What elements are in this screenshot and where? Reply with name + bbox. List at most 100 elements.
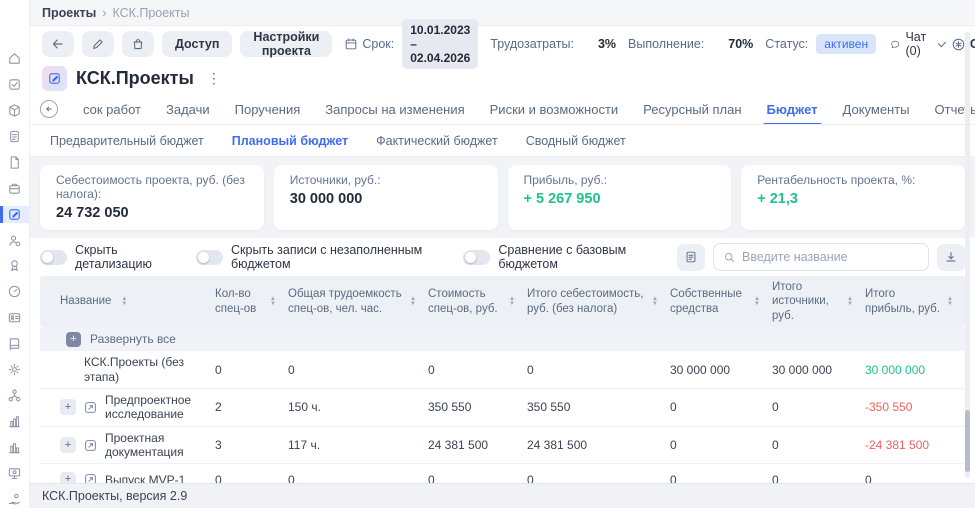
sidebar-item-book[interactable] [0,335,30,352]
breadcrumb: Проекты › КСК.Проекты [30,0,975,26]
sidebar-item-bar-chart-2[interactable] [0,439,30,456]
row-value-2: 0 [288,472,295,483]
expand-all-label[interactable]: Развернуть все [90,332,176,346]
sort-icon[interactable]: ▲ ▼ [410,296,416,307]
sidebar-item-user-gear[interactable] [0,232,30,249]
sort-desc-icon: ▼ [509,300,515,307]
row-name[interactable]: Предпроектное исследование [105,393,209,422]
sidebar-item-settings[interactable] [0,361,30,378]
sidebar-item-package[interactable] [0,102,30,119]
gpt-button[interactable]: GPT [951,37,975,52]
sidebar-item-file[interactable] [0,154,30,171]
sort-icon[interactable]: ▲ ▼ [270,296,276,307]
row-name[interactable]: КСК.Проекты (без этапа) [84,355,209,384]
chat-button[interactable]: Чат (0) [890,30,946,58]
subtab-2[interactable]: Плановый бюджет [232,134,348,148]
row-expand-button[interactable]: + [60,471,76,483]
sort-icon[interactable]: ▲ ▼ [847,296,853,307]
breadcrumb-root-link[interactable]: Проекты [42,6,96,20]
search-icon [723,251,736,264]
toggle-switch[interactable] [196,249,223,265]
task-link-icon[interactable] [83,438,98,453]
sidebar-item-service[interactable] [0,491,30,508]
toggle-switch[interactable] [463,249,491,265]
projects-icon [7,207,22,222]
bar-chart-2-icon [7,440,22,455]
tab-8[interactable]: Документы [843,94,910,124]
sidebar-item-org-chart[interactable] [0,387,30,404]
archive-button[interactable] [122,31,154,57]
row-value-2: 150 ч. [288,400,321,415]
sidebar-item-award[interactable] [0,258,30,275]
row-expand-button[interactable]: + [60,399,76,416]
row-name[interactable]: Проектная документация [105,431,209,460]
sidebar-item-tasks[interactable] [0,76,30,93]
more-menu-button[interactable]: ⋮ [203,70,226,87]
sort-icon[interactable]: ▲ ▼ [652,296,658,307]
tab-3[interactable]: Поручения [235,94,301,124]
sidebar-item-presentation[interactable] [0,465,30,482]
sort-icon[interactable]: ▲ ▼ [754,296,760,307]
row-value-7: -350 550 [865,400,913,415]
card-value: + 5 267 950 [523,191,601,207]
sidebar-item-doc-list[interactable] [0,128,30,145]
sidebar-item-home[interactable] [0,50,30,67]
row-expand-button[interactable]: + [60,437,76,454]
tab-4[interactable]: Запросы на изменения [325,94,464,124]
card-label: Прибыль, руб.: [523,173,608,187]
sort-icon[interactable]: ▲ ▼ [509,296,515,307]
row-value-2: 0 [288,362,295,377]
tab-7[interactable]: Бюджет [762,94,822,124]
sidebar-item-bar-chart[interactable] [0,413,30,430]
tab-2[interactable]: Задачи [166,94,210,124]
gpt-label: GPT [969,37,975,51]
project-settings-button[interactable]: Настройки проекта [240,30,333,58]
tab-5[interactable]: Риски и возможности [490,94,619,124]
sidebar-item-gauge[interactable] [0,283,30,300]
briefcase-icon [7,181,22,196]
column-label: Итого прибыль, руб. [865,288,940,315]
search-input[interactable] [742,250,919,264]
edit-square-icon [47,71,62,86]
calendar-icon [344,37,358,51]
column-label: Собственные средства [670,288,742,315]
expand-all-button[interactable]: + [66,331,81,347]
subtab-1[interactable]: Предварительный бюджет [50,134,204,148]
table-row: КСК.Проекты (без этапа) 0 0 0 0 30 000 000 30 … [40,351,965,389]
edit-button[interactable] [82,31,114,57]
row-value-5: 0 [670,400,677,415]
access-button[interactable]: Доступ [162,31,233,57]
arrow-left-icon [43,103,55,115]
tab-1[interactable]: сок работ [83,94,141,124]
task-link-icon[interactable] [83,400,98,415]
labor-percent: 3% [597,37,617,51]
subtab-3[interactable]: Фактический бюджет [376,134,498,148]
tab-6[interactable]: Ресурсный план [643,94,741,124]
subtab-4[interactable]: Сводный бюджет [526,134,626,148]
sort-icon[interactable]: ▲ ▼ [947,296,953,307]
sidebar-item-id-card[interactable] [0,309,30,326]
report-button[interactable] [677,243,705,271]
task-link-icon[interactable] [83,472,98,483]
scrollbar-thumb[interactable] [965,410,970,472]
chat-label: Чат (0) [905,30,927,58]
toggle-2[interactable]: Скрыть записи с незаполненным бюджетом [196,243,441,271]
sort-icon[interactable]: ▲ ▼ [121,296,127,307]
row-name[interactable]: Выпуск MVP-1 [105,473,185,483]
sidebar-item-projects[interactable] [0,205,30,223]
column-label: Итого себестоимость, руб. (без налога) [527,288,644,315]
toggle-1[interactable]: Скрыть детализацию [40,243,174,271]
toggle-label: Сравнение с базовым бюджетом [498,243,627,271]
labor-label: Трудозатраты: [490,37,574,51]
tabs-scroll-left-button[interactable] [40,100,58,118]
sort-desc-icon: ▼ [847,300,853,307]
card-label: Источники, руб.: [289,173,381,187]
toggle-switch[interactable] [40,249,67,265]
column-header-5: Итого себестоимость, руб. (без налога) ▲ ▼ [527,283,670,320]
back-button[interactable] [42,31,74,57]
export-button[interactable] [937,243,965,271]
row-value-4: 0 [527,472,534,483]
version-label: КСК.Проекты, версия 2.9 [42,489,188,503]
sidebar-item-briefcase[interactable] [0,180,30,197]
toggle-3[interactable]: Сравнение с базовым бюджетом [463,243,655,271]
